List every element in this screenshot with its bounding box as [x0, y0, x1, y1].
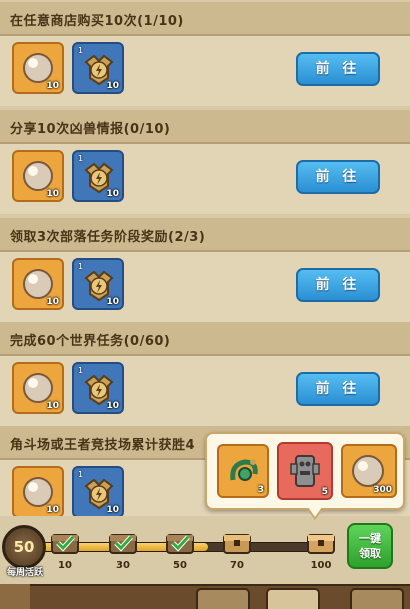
reward-count: 10 — [106, 189, 119, 199]
pearl-orb-icon — [23, 269, 53, 299]
stone-totem-icon — [290, 455, 320, 487]
bottom-left-edge — [0, 584, 30, 609]
milestone-value: 70 — [230, 560, 244, 571]
chest-icon — [166, 534, 194, 554]
milestone-value: 100 — [310, 560, 332, 571]
reward-count: 300 — [373, 485, 392, 495]
milestone-value: 50 — [173, 560, 187, 571]
reward-pearl[interactable]: 10 — [12, 362, 64, 414]
go-button[interactable]: 前 往 — [296, 52, 380, 86]
reward-pearl[interactable]: 10 — [12, 42, 64, 94]
task-header: 完成60个世界任务(0/60) — [0, 322, 410, 356]
popup-reward-scroll[interactable]: 3 — [217, 444, 269, 498]
popup-tail-inner — [308, 507, 322, 517]
task-row: 分享10次凶兽情报(0/10) 10 1 10 前 往 — [0, 110, 410, 214]
milestone-value: 10 — [58, 560, 72, 571]
task-body: 10 1 10 前 往 — [0, 36, 410, 106]
reward-medal[interactable]: 1 10 — [72, 362, 124, 414]
task-title: 分享10次凶兽情报(0/10) — [10, 122, 171, 137]
reward-count: 10 — [106, 401, 119, 411]
reward-count: 10 — [106, 81, 119, 91]
task-title: 领取3次部落任务阶段奖励(2/3) — [10, 230, 206, 245]
activity-badge: 50 — [2, 525, 46, 569]
go-button[interactable]: 前 往 — [296, 268, 380, 302]
milestone-value: 30 — [116, 560, 130, 571]
chest-icon — [51, 534, 79, 554]
task-title: 角斗场或王者竞技场累计获胜4 — [10, 438, 196, 453]
reward-count: 5 — [321, 487, 328, 497]
claim-label-line2: 领取 — [359, 547, 381, 560]
popup-reward-pearl[interactable]: 300 — [341, 444, 397, 498]
popup-reward-totem[interactable]: 5 — [277, 442, 333, 500]
milestone-chest[interactable] — [108, 529, 138, 555]
task-header: 分享10次凶兽情报(0/10) — [0, 110, 410, 144]
reward-preview-popup: 3 5 300 — [205, 432, 405, 510]
task-header: 领取3次部落任务阶段奖励(2/3) — [0, 218, 410, 252]
claim-label-line1: 一键 — [359, 532, 381, 545]
green-scroll-icon — [230, 459, 258, 481]
chest-icon — [109, 534, 137, 554]
reward-count: 10 — [106, 297, 119, 307]
task-title: 完成60个世界任务(0/60) — [10, 334, 171, 349]
reward-count: 10 — [46, 81, 59, 91]
go-button[interactable]: 前 往 — [296, 372, 380, 406]
claim-all-button[interactable]: 一键 领取 — [347, 523, 393, 569]
task-row: 在任意商店购买10次(1/10) 10 1 10 前 往 — [0, 2, 410, 106]
milestone-chest[interactable] — [50, 529, 80, 555]
task-header: 在任意商店购买10次(1/10) — [0, 2, 410, 36]
milestone-chest[interactable] — [165, 529, 195, 555]
reward-count: 10 — [46, 297, 59, 307]
chest-icon — [307, 534, 335, 554]
activity-label: 每周活跃 — [6, 568, 43, 578]
task-body: 10 1 10 前 往 — [0, 144, 410, 214]
pearl-orb-icon — [23, 53, 53, 83]
reward-count: 10 — [46, 401, 59, 411]
pearl-orb-icon — [23, 161, 53, 191]
reward-count: 10 — [46, 505, 59, 515]
task-title: 在任意商店购买10次(1/10) — [10, 14, 184, 29]
reward-medal[interactable]: 1 10 — [72, 150, 124, 202]
pearl-orb-icon — [23, 373, 53, 403]
milestone-chest[interactable] — [306, 529, 336, 555]
reward-pearl[interactable]: 10 — [12, 466, 64, 518]
task-row: 领取3次部落任务阶段奖励(2/3) 10 1 10 前 往 — [0, 218, 410, 322]
go-button[interactable]: 前 往 — [296, 160, 380, 194]
weekly-task-panel: 在任意商店购买10次(1/10) 10 1 10 前 往 分享10次凶兽情报(0… — [0, 0, 410, 609]
bottom-tab[interactable] — [266, 588, 320, 609]
task-body: 10 1 10 前 往 — [0, 252, 410, 322]
reward-medal[interactable]: 1 10 — [72, 466, 124, 518]
reward-pearl[interactable]: 10 — [12, 150, 64, 202]
bottom-tab[interactable] — [196, 588, 250, 609]
reward-count: 10 — [46, 189, 59, 199]
reward-medal[interactable]: 1 10 — [72, 258, 124, 310]
reward-medal[interactable]: 1 10 — [72, 42, 124, 94]
pearl-orb-icon — [352, 455, 384, 487]
reward-count: 10 — [106, 505, 119, 515]
bottom-tab[interactable] — [350, 588, 404, 609]
chest-icon — [223, 534, 251, 554]
pearl-orb-icon — [23, 477, 53, 507]
reward-pearl[interactable]: 10 — [12, 258, 64, 310]
task-body: 10 1 10 前 往 — [0, 356, 410, 426]
reward-count: 3 — [257, 485, 264, 495]
milestone-chest[interactable] — [222, 529, 252, 555]
task-row: 完成60个世界任务(0/60) 10 1 10 前 往 — [0, 322, 410, 426]
